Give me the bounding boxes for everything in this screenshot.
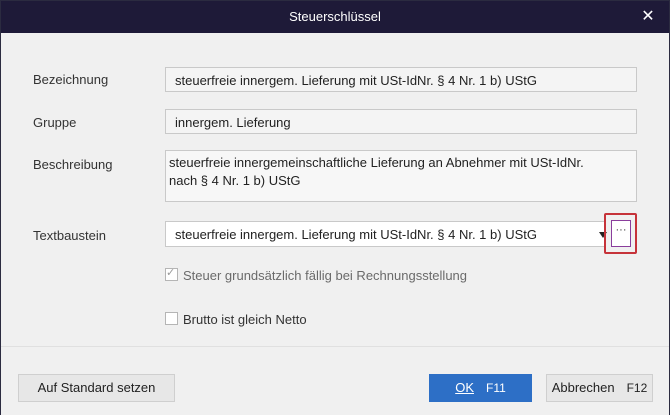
gruppe-field[interactable]: innergem. Lieferung <box>165 109 637 134</box>
close-icon[interactable]: ✕ <box>637 6 659 28</box>
steuerschluessel-dialog: Steuerschlüssel ✕ Bezeichnung steuerfrei… <box>0 0 670 415</box>
highlight-frame: ··· <box>604 213 637 254</box>
title-bar: Steuerschlüssel ✕ <box>1 1 669 33</box>
steuer-faellig-checkbox-row[interactable]: Steuer grundsätzlich fällig bei Rechnung… <box>165 266 468 283</box>
gruppe-label: Gruppe <box>33 115 77 130</box>
abbrechen-button[interactable]: Abbrechen F12 <box>546 374 653 402</box>
textbaustein-label: Textbaustein <box>33 228 106 243</box>
textbaustein-combobox[interactable]: steuerfreie innergem. Lieferung mit USt-… <box>165 221 606 247</box>
footer: Auf Standard setzen OK F11 Abbrechen F12 <box>1 346 669 415</box>
ok-shortcut: F11 <box>486 381 506 395</box>
ok-label: OK <box>455 380 474 395</box>
auf-standard-setzen-button[interactable]: Auf Standard setzen <box>18 374 175 402</box>
textbaustein-value: steuerfreie innergem. Lieferung mit USt-… <box>175 227 537 242</box>
bezeichnung-label: Bezeichnung <box>33 72 109 87</box>
checkbox-icon[interactable] <box>165 312 178 325</box>
window-title: Steuerschlüssel <box>289 9 381 24</box>
beschreibung-label: Beschreibung <box>33 157 113 172</box>
checkbox-checked-icon[interactable] <box>165 266 178 281</box>
ok-button[interactable]: OK F11 <box>429 374 532 402</box>
ellipsis-button[interactable]: ··· <box>611 220 631 247</box>
beschreibung-textarea[interactable]: steuerfreie innergemeinschaftliche Liefe… <box>165 150 637 202</box>
abbrechen-label: Abbrechen <box>551 380 615 395</box>
abbrechen-shortcut: F12 <box>626 381 648 395</box>
bezeichnung-field[interactable]: steuerfreie innergem. Lieferung mit USt-… <box>165 67 637 92</box>
brutto-netto-checkbox-row[interactable]: Brutto ist gleich Netto <box>165 312 307 327</box>
brutto-netto-label: Brutto ist gleich Netto <box>183 312 307 327</box>
steuer-faellig-label: Steuer grundsätzlich fällig bei Rechnung… <box>183 268 468 283</box>
